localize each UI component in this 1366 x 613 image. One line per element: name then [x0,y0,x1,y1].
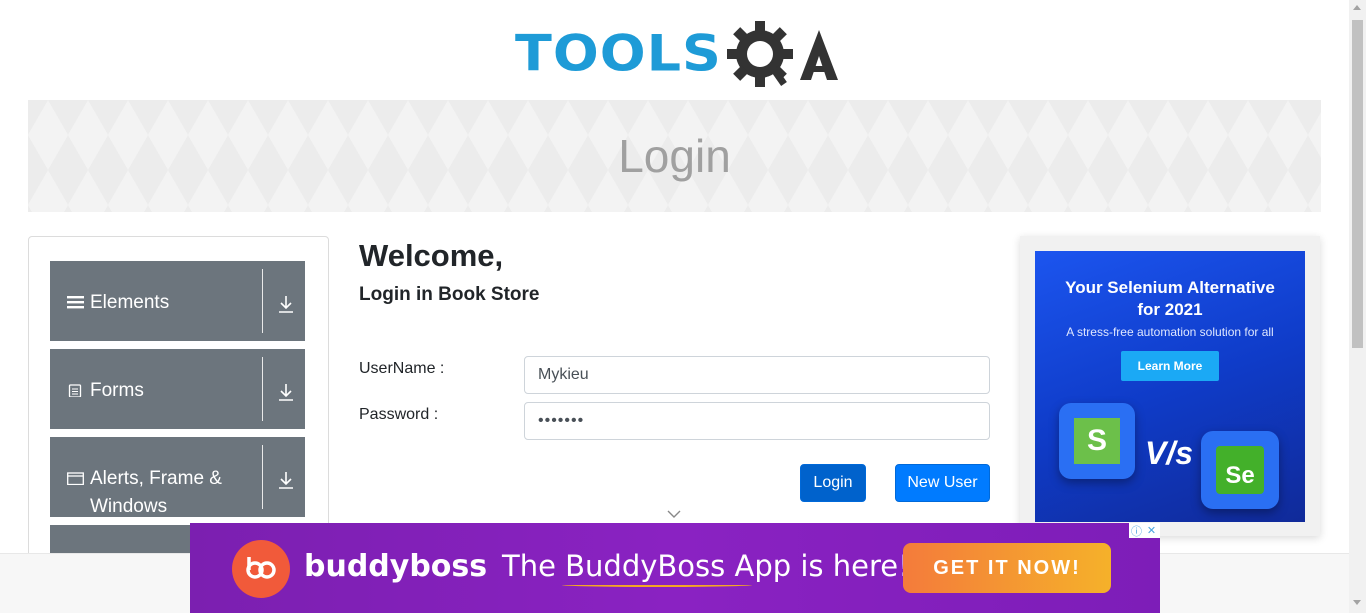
new-user-button[interactable]: New User [895,464,990,502]
get-it-now-button[interactable]: GET IT NOW! [903,543,1111,593]
scrollbar-thumb[interactable] [1352,20,1363,348]
sidebar-group-label: Forms [90,380,144,401]
selenium-logo-letters: Se [1216,446,1264,494]
gear-icon [726,21,838,87]
tagline-underline [562,583,752,587]
sidebar-group-label: Alerts, Frame & Windows [90,468,222,517]
selenium-logo: Se [1201,431,1279,509]
username-input[interactable]: Mykieu [524,356,990,394]
versus-text: V/s [1145,435,1194,471]
info-icon[interactable]: ⓘ [1129,523,1144,538]
download-arrow-icon[interactable] [278,295,294,313]
sidebar-group-alerts[interactable]: Alerts, Frame & Windows [50,437,305,517]
download-arrow-icon[interactable] [278,471,294,489]
sidebar-group-elements[interactable]: Elements [50,261,305,341]
logo-tools-text: TOOLS [515,24,722,83]
divider [262,269,263,333]
page-title: Login [618,130,731,182]
katalon-logo: S [1059,403,1135,479]
learn-more-button[interactable]: Learn More [1121,351,1219,381]
page-banner: Login [28,100,1321,212]
login-subtitle: Login in Book Store [359,284,540,305]
buddyboss-logo-icon [232,540,290,598]
vertical-scrollbar[interactable] [1349,0,1366,613]
toolsqa-logo[interactable]: TOOLS [515,16,840,92]
document-icon [67,378,84,406]
divider [262,445,263,509]
password-input[interactable]: ••••••• [524,402,990,440]
left-sidebar: Elements Forms Alerts, Frame & Windows [28,236,329,566]
sidebar-group-label: Elements [90,292,170,313]
ad-headline: Your Selenium Alternative for 2021 [1065,278,1275,319]
username-label: UserName : [359,360,445,377]
katalon-logo-letter: S [1074,418,1120,464]
ad-subtext: A stress-free automation solution for al… [1066,325,1274,339]
bottom-ad-banner[interactable]: buddyboss The BuddyBoss App is here! GET… [190,523,1160,613]
side-ad[interactable]: Your Selenium Alternative for 2021 A str… [1035,251,1305,522]
login-button[interactable]: Login [800,464,866,502]
close-icon[interactable]: ✕ [1144,523,1159,538]
hamburger-icon [67,290,84,318]
window-icon [67,466,84,494]
scroll-up-arrow-icon[interactable] [1353,5,1361,10]
buddyboss-brand: buddyboss [304,549,488,584]
chevron-down-icon[interactable] [666,509,682,519]
divider [262,357,263,421]
ad-choices[interactable]: ⓘ ✕ [1129,523,1160,538]
scroll-down-arrow-icon[interactable] [1353,600,1361,605]
password-label: Password : [359,406,439,423]
ad-tagline: The BuddyBoss App is here! [502,549,910,583]
sidebar-group-forms[interactable]: Forms [50,349,305,429]
welcome-heading: Welcome, [359,238,504,273]
download-arrow-icon[interactable] [278,383,294,401]
page: TOOLS Login Elements Forms Alerts, Frame… [0,0,1366,613]
